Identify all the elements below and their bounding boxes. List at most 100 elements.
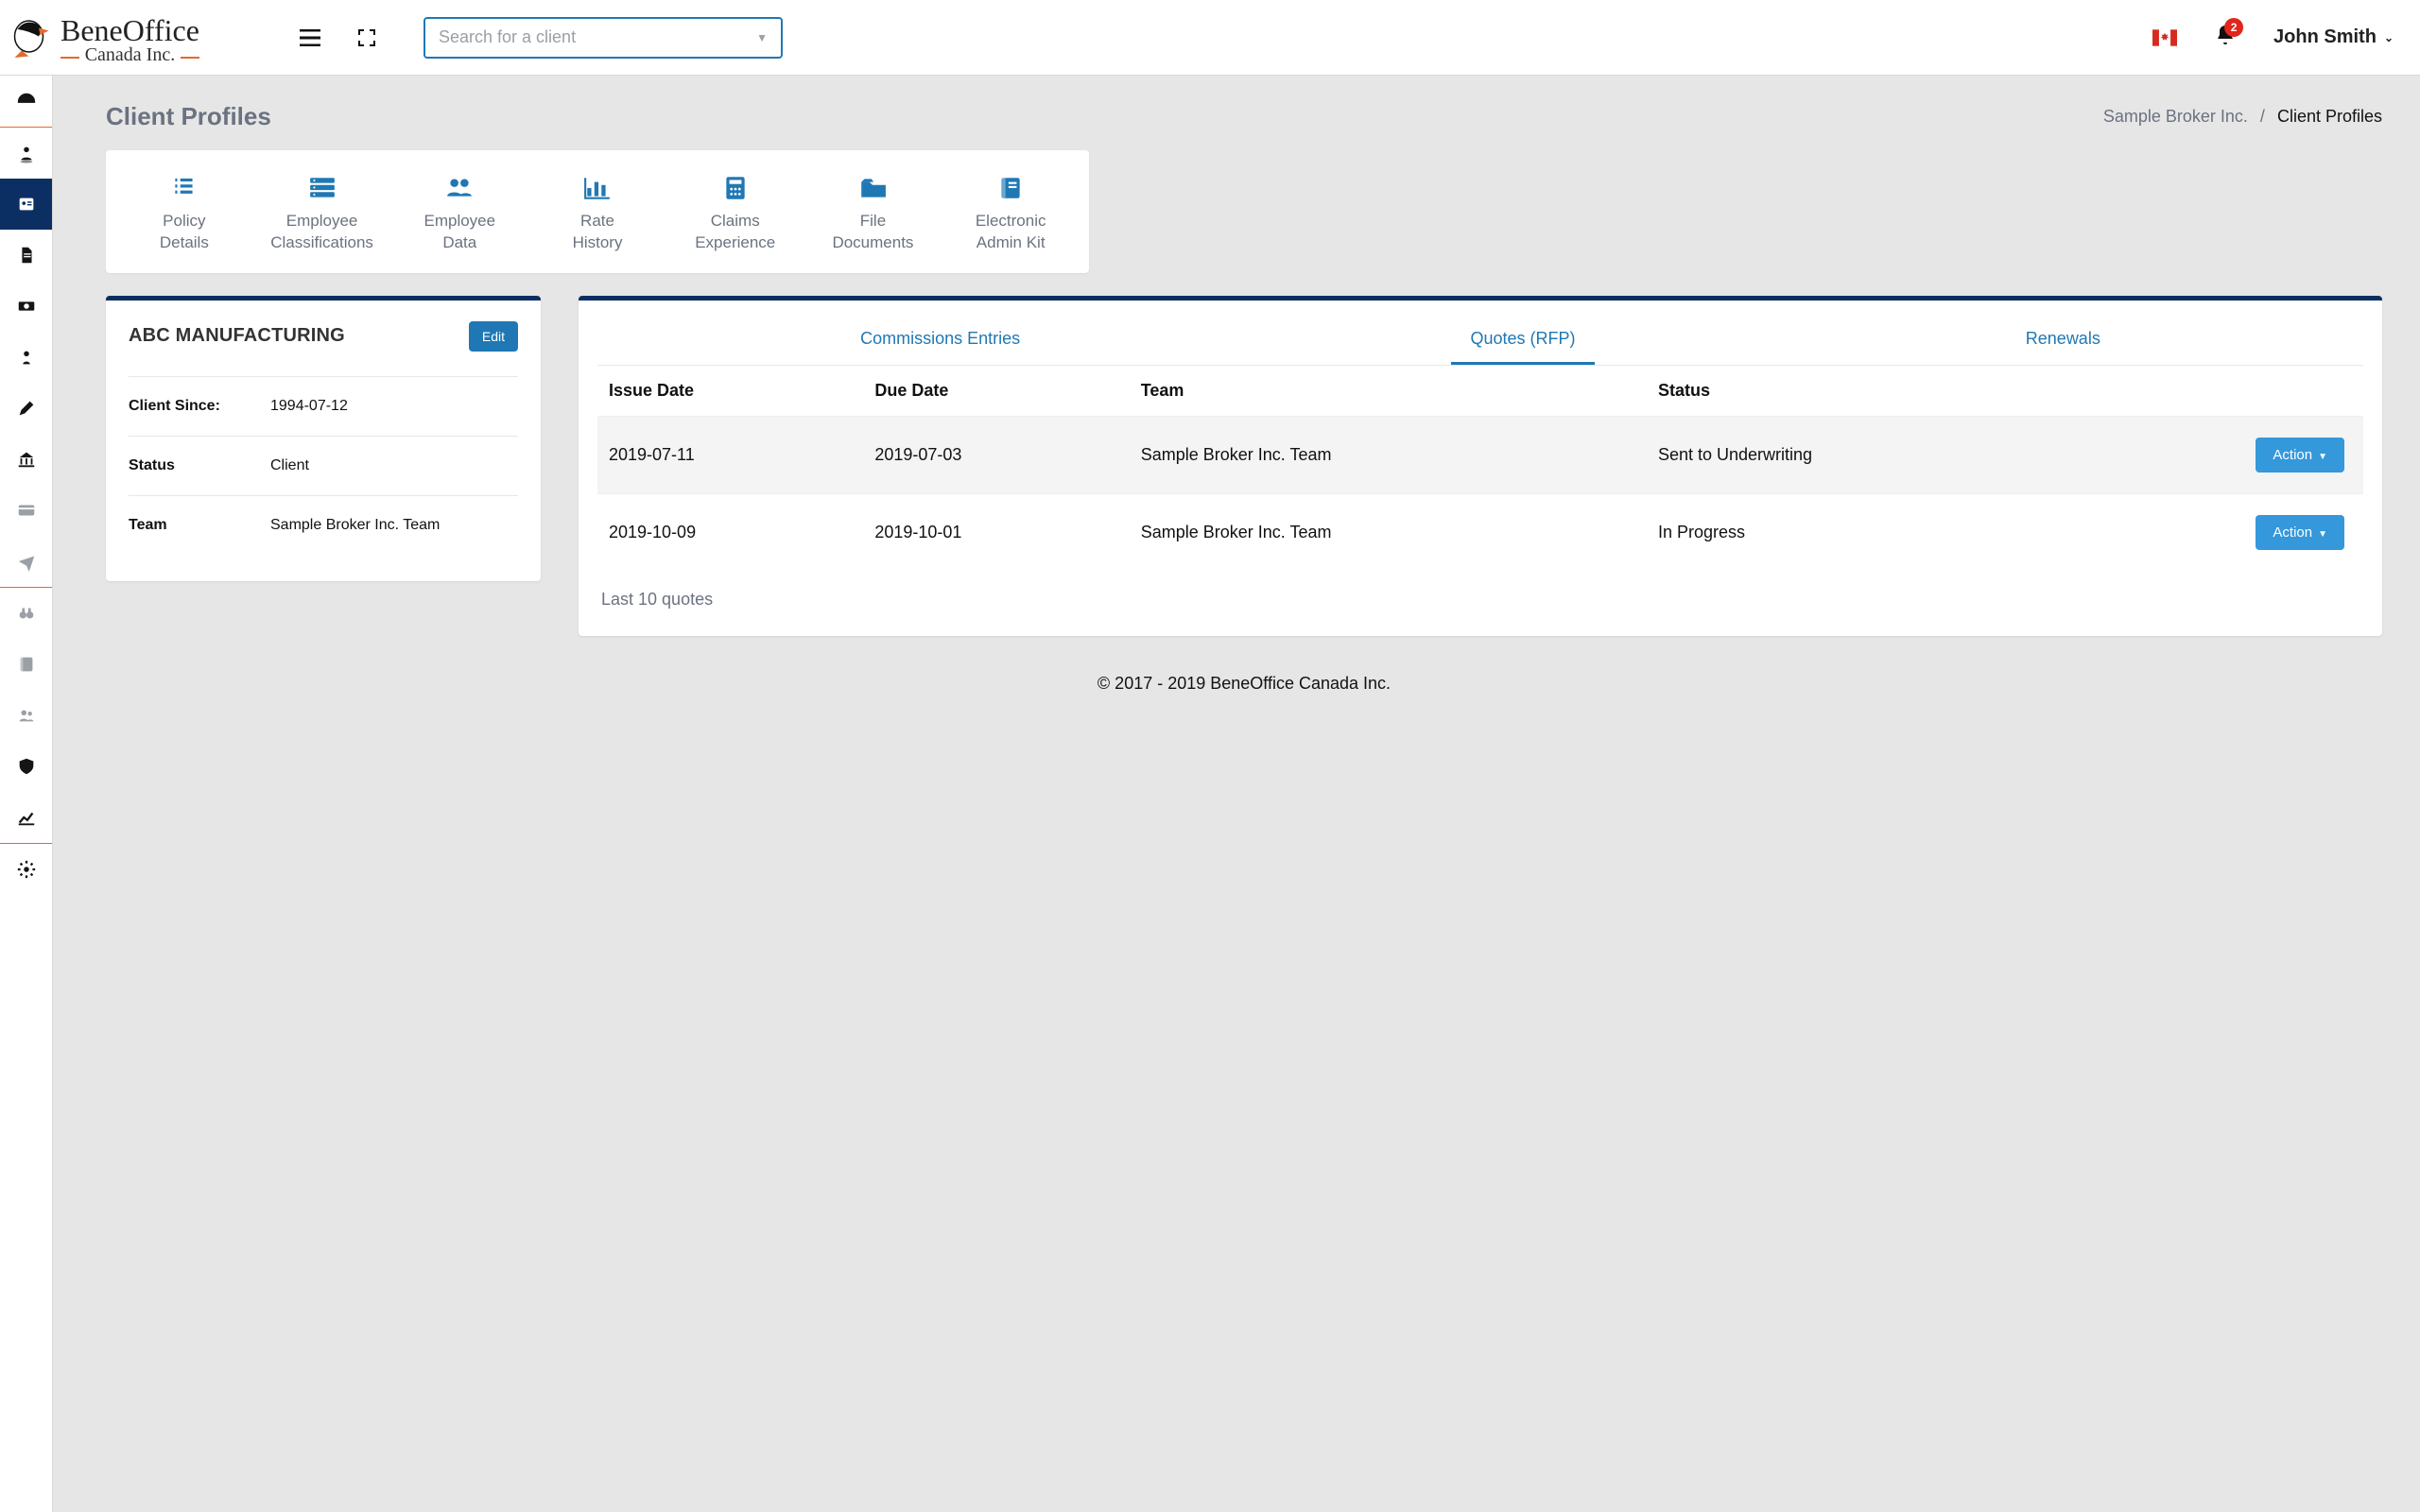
quote-row: 2019-10-092019-10-01Sample Broker Inc. T… bbox=[597, 493, 2363, 571]
brand-logo[interactable]: BeneOffice Canada Inc. bbox=[8, 11, 272, 64]
tile-label: PolicyDetails bbox=[115, 211, 253, 254]
cell-team: Sample Broker Inc. Team bbox=[1130, 416, 1647, 493]
sidebar-item-money[interactable] bbox=[0, 281, 52, 332]
cell-team: Sample Broker Inc. Team bbox=[1130, 493, 1647, 571]
client-search[interactable]: ▼ bbox=[424, 17, 783, 59]
person-pin-icon bbox=[16, 143, 37, 163]
quote-action-button[interactable]: Action▼ bbox=[2256, 515, 2344, 550]
settings-icon bbox=[16, 859, 37, 880]
sidebar-item-card[interactable] bbox=[0, 485, 52, 536]
sidebar-item-person-pin[interactable] bbox=[0, 128, 52, 179]
tile-label: EmployeeData bbox=[390, 211, 528, 254]
users-icon bbox=[443, 174, 475, 202]
quotes-table: Issue DateDue DateTeamStatus 2019-07-112… bbox=[597, 366, 2363, 571]
tile-label: EmployeeClassifications bbox=[253, 211, 391, 254]
chart-icon bbox=[16, 807, 37, 828]
main-content: Client Profiles Sample Broker Inc. / Cli… bbox=[53, 76, 2420, 1512]
sidebar-item-group[interactable] bbox=[0, 690, 52, 741]
puffin-logo-icon bbox=[8, 15, 53, 60]
list-icon bbox=[168, 174, 200, 202]
sidebar-item-settings[interactable] bbox=[0, 844, 52, 895]
tile-label: FileDocuments bbox=[804, 211, 942, 254]
client-info-row: StatusClient bbox=[129, 436, 518, 495]
quotes-tabs: Commissions Entries Quotes (RFP) Renewals bbox=[579, 301, 2382, 365]
tile-barchart[interactable]: RateHistory bbox=[528, 169, 666, 254]
sidebar-item-chart[interactable] bbox=[0, 792, 52, 843]
sidebar-item-bank[interactable] bbox=[0, 434, 52, 485]
sidebar bbox=[0, 76, 53, 1512]
tile-book[interactable]: ElectronicAdmin Kit bbox=[942, 169, 1080, 254]
group-icon bbox=[16, 705, 37, 726]
client-info-row: Client Since:1994-07-12 bbox=[129, 376, 518, 436]
user-icon bbox=[16, 347, 37, 368]
sidebar-item-id-card[interactable] bbox=[0, 179, 52, 230]
menu-toggle-icon[interactable] bbox=[291, 19, 329, 57]
edit-client-button[interactable]: Edit bbox=[469, 321, 518, 352]
user-menu[interactable]: John Smith ⌄ bbox=[2273, 26, 2394, 48]
client-info-row: TeamSample Broker Inc. Team bbox=[129, 495, 518, 555]
search-dropdown-caret-icon[interactable]: ▼ bbox=[756, 31, 768, 44]
client-search-input[interactable] bbox=[439, 27, 756, 47]
chevron-down-icon: ⌄ bbox=[2384, 31, 2394, 44]
tab-renewals[interactable]: Renewals bbox=[2007, 329, 2119, 365]
top-bar: BeneOffice Canada Inc. ▼ 2 John Smith ⌄ bbox=[0, 0, 2420, 76]
brand-name: BeneOffice bbox=[60, 15, 199, 45]
bank-icon bbox=[16, 449, 37, 470]
cell-issue: 2019-07-11 bbox=[597, 416, 863, 493]
quote-row: 2019-07-112019-07-03Sample Broker Inc. T… bbox=[597, 416, 2363, 493]
tile-list[interactable]: PolicyDetails bbox=[115, 169, 253, 254]
tile-users[interactable]: EmployeeData bbox=[390, 169, 528, 254]
quote-action-button[interactable]: Action▼ bbox=[2256, 438, 2344, 472]
breadcrumb: Sample Broker Inc. / Client Profiles bbox=[2103, 107, 2382, 127]
col-status: Status bbox=[1647, 366, 2076, 417]
info-value: 1994-07-12 bbox=[270, 398, 518, 415]
brand-sub: Canada Inc. bbox=[60, 45, 199, 64]
info-label: Status bbox=[129, 457, 270, 474]
breadcrumb-current: Client Profiles bbox=[2277, 107, 2382, 126]
sidebar-item-shield[interactable] bbox=[0, 741, 52, 792]
tile-label: ClaimsExperience bbox=[666, 211, 804, 254]
info-value: Client bbox=[270, 457, 518, 474]
cell-issue: 2019-10-09 bbox=[597, 493, 863, 571]
fullscreen-icon[interactable] bbox=[348, 19, 386, 57]
sidebar-item-pencil[interactable] bbox=[0, 383, 52, 434]
tile-label: ElectronicAdmin Kit bbox=[942, 211, 1080, 254]
info-label: Team bbox=[129, 517, 270, 534]
quotes-footer: Last 10 quotes bbox=[579, 571, 2382, 636]
shield-icon bbox=[16, 756, 37, 777]
tile-folder[interactable]: FileDocuments bbox=[804, 169, 942, 254]
tile-calculator[interactable]: ClaimsExperience bbox=[666, 169, 804, 254]
tile-server[interactable]: EmployeeClassifications bbox=[253, 169, 391, 254]
col-issue-date: Issue Date bbox=[597, 366, 863, 417]
page-footer: © 2017 - 2019 BeneOffice Canada Inc. bbox=[106, 674, 2382, 694]
document-icon bbox=[16, 245, 37, 266]
info-label: Client Since: bbox=[129, 398, 270, 415]
folder-icon bbox=[856, 174, 889, 202]
sidebar-item-plane[interactable] bbox=[0, 536, 52, 587]
profile-tiles: PolicyDetailsEmployeeClassificationsEmpl… bbox=[106, 150, 1089, 273]
dashboard-icon bbox=[16, 91, 37, 112]
tab-quotes-rfp-[interactable]: Quotes (RFP) bbox=[1451, 329, 1594, 365]
sidebar-item-document[interactable] bbox=[0, 230, 52, 281]
sidebar-item-book[interactable] bbox=[0, 639, 52, 690]
user-name: John Smith bbox=[2273, 26, 2377, 48]
tab-commissions-entries[interactable]: Commissions Entries bbox=[841, 329, 1039, 365]
binoculars-icon bbox=[16, 603, 37, 624]
book-icon bbox=[994, 174, 1027, 202]
cell-due: 2019-10-01 bbox=[863, 493, 1129, 571]
calculator-icon bbox=[719, 174, 752, 202]
notifications-badge: 2 bbox=[2224, 18, 2243, 37]
server-icon bbox=[306, 174, 338, 202]
tile-label: RateHistory bbox=[528, 211, 666, 254]
sidebar-item-binoculars[interactable] bbox=[0, 588, 52, 639]
cell-status: Sent to Underwriting bbox=[1647, 416, 2076, 493]
breadcrumb-root[interactable]: Sample Broker Inc. bbox=[2103, 107, 2248, 126]
client-name: ABC MANUFACTURING bbox=[129, 325, 345, 347]
sidebar-item-dashboard[interactable] bbox=[0, 76, 52, 127]
pencil-icon bbox=[16, 398, 37, 419]
sidebar-item-user[interactable] bbox=[0, 332, 52, 383]
notifications-button[interactable]: 2 bbox=[2215, 24, 2236, 51]
info-value: Sample Broker Inc. Team bbox=[270, 517, 518, 534]
quotes-card: Commissions EntriesQuotes (RFP)Renewals … bbox=[579, 296, 2382, 636]
canada-flag-icon[interactable] bbox=[2152, 29, 2177, 46]
